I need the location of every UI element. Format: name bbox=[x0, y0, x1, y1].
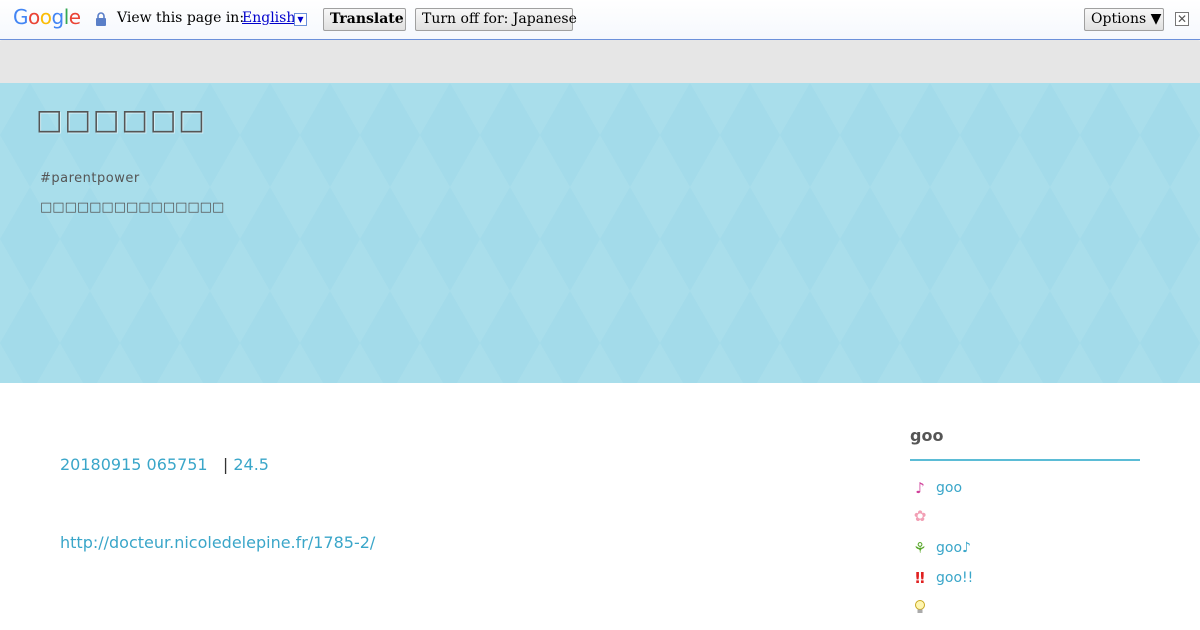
sidebar-title: goo bbox=[910, 426, 944, 445]
language-select[interactable]: English bbox=[242, 10, 295, 26]
sidebar-item-label[interactable]: goo♪ bbox=[936, 540, 971, 556]
sidebar-item[interactable]: ‼ goo!! bbox=[910, 568, 973, 588]
top-nav-strip bbox=[0, 41, 1200, 83]
post-meta: 20180915 065751 | 24.5 bbox=[60, 455, 269, 474]
sprout-icon: ⚘ bbox=[913, 539, 927, 557]
lock-icon bbox=[96, 12, 106, 26]
sidebar-divider bbox=[910, 459, 1140, 461]
site-description: □□□□□□□□□□□□□□□ bbox=[40, 200, 225, 215]
sidebar-item[interactable]: ♪ goo bbox=[910, 478, 962, 498]
translate-bar: Google View this page in: English ▼ Tran… bbox=[0, 0, 1200, 40]
options-button[interactable]: Options ▼ bbox=[1084, 8, 1164, 31]
post-date-link[interactable]: 20180915 065751 bbox=[60, 455, 208, 474]
flower-icon: ✿ bbox=[913, 507, 927, 525]
sidebar-item[interactable] bbox=[910, 597, 936, 617]
google-logo: Google bbox=[13, 5, 81, 29]
close-icon[interactable]: ✕ bbox=[1175, 12, 1189, 26]
sidebar-item-label[interactable]: goo!! bbox=[936, 570, 973, 586]
meta-separator: | bbox=[222, 455, 229, 474]
translate-button[interactable]: Translate bbox=[323, 8, 406, 31]
site-hashtag: #parentpower bbox=[40, 171, 140, 186]
double-exclamation-icon: ‼ bbox=[915, 569, 925, 587]
turn-off-button[interactable]: Turn off for: Japanese bbox=[415, 8, 577, 31]
sidebar-item[interactable]: ✿ bbox=[910, 506, 936, 526]
sidebar-item-label[interactable]: goo bbox=[936, 480, 962, 496]
sidebar-item[interactable]: ⚘ goo♪ bbox=[910, 538, 971, 558]
post-url-link[interactable]: http://docteur.nicoledelepine.fr/1785-2/ bbox=[60, 533, 375, 552]
site-title[interactable]: □□□□□□ bbox=[36, 103, 207, 136]
site-header: □□□□□□ #parentpower □□□□□□□□□□□□□□□ bbox=[0, 83, 1200, 383]
view-page-in-label: View this page in: bbox=[117, 10, 245, 26]
chevron-down-icon[interactable]: ▼ bbox=[294, 13, 307, 26]
post-category-link[interactable]: 24.5 bbox=[233, 455, 269, 474]
music-note-icon: ♪ bbox=[915, 479, 925, 497]
lightbulb-icon bbox=[910, 598, 930, 616]
